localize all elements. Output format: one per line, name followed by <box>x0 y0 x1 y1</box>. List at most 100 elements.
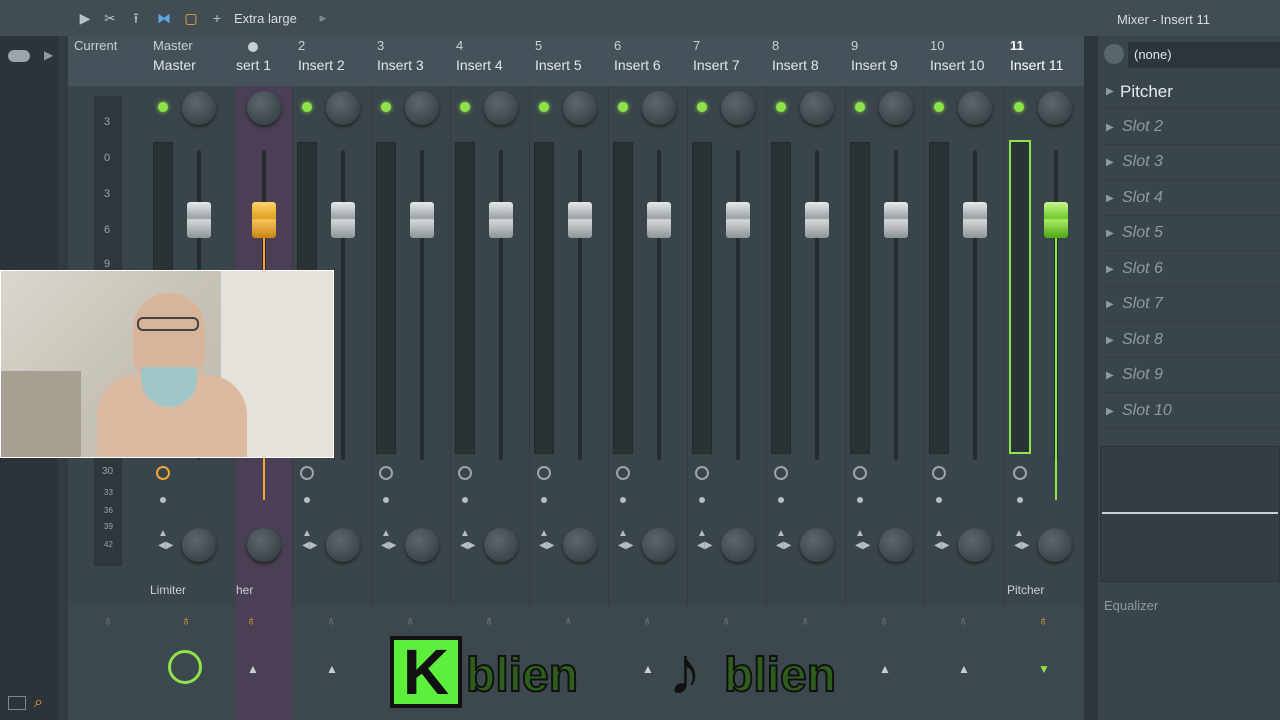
send-dot[interactable] <box>304 497 310 503</box>
clock-icon[interactable] <box>1013 466 1027 480</box>
send-dot[interactable] <box>699 497 705 503</box>
volume-fader[interactable] <box>331 202 355 238</box>
bulb-icon[interactable]: ♁ <box>103 612 115 628</box>
fx-slot-name[interactable]: Slot 4 <box>1122 189 1163 207</box>
volume-fader[interactable] <box>647 202 671 238</box>
bulb-icon[interactable]: ♁ <box>484 612 496 628</box>
pan-knob[interactable] <box>800 91 834 125</box>
track-name-insert-11[interactable]: Insert 11 <box>1010 57 1063 73</box>
track-name-insert-9[interactable]: Insert 9 <box>851 57 898 73</box>
stereo-knob[interactable] <box>405 528 439 562</box>
clock-icon[interactable] <box>537 466 551 480</box>
pan-knob[interactable] <box>721 91 755 125</box>
stereo-knob[interactable] <box>800 528 834 562</box>
stereo-arrows-icon[interactable]: ▲ ◀▶ <box>158 528 173 556</box>
mute-led[interactable] <box>697 102 707 112</box>
route-knob[interactable] <box>168 650 202 684</box>
fx-slot-name[interactable]: Slot 5 <box>1122 224 1163 242</box>
plus-icon[interactable]: + <box>208 10 226 26</box>
clock-icon[interactable] <box>695 466 709 480</box>
mute-led[interactable] <box>539 102 549 112</box>
track-name-insert-7[interactable]: Insert 7 <box>693 57 740 73</box>
bulb-icon[interactable]: ♁ <box>405 612 417 628</box>
send-dot[interactable] <box>857 497 863 503</box>
stereo-arrows-icon[interactable]: ▲ ◀▶ <box>460 528 475 556</box>
track-name-insert-4[interactable]: Insert 4 <box>456 57 503 73</box>
send-dot[interactable] <box>160 497 166 503</box>
bulb-icon[interactable]: ♁ <box>721 612 733 628</box>
route-arrow-icon[interactable]: ▲ <box>958 662 970 676</box>
volume-fader[interactable] <box>963 202 987 238</box>
route-arrow-icon[interactable]: ▲ <box>247 662 259 676</box>
send-dot[interactable] <box>620 497 626 503</box>
mute-led[interactable] <box>1014 102 1024 112</box>
equalizer-graph[interactable] <box>1100 446 1280 582</box>
mute-led[interactable] <box>776 102 786 112</box>
clock-icon[interactable] <box>379 466 393 480</box>
track-name-insert-6[interactable]: Insert 6 <box>614 57 661 73</box>
fx-slot-name[interactable]: Slot 2 <box>1122 118 1163 136</box>
pan-knob[interactable] <box>1038 91 1072 125</box>
bulb-icon[interactable]: ♁ <box>879 612 891 628</box>
fx-slot-name[interactable]: Pitcher <box>1120 82 1173 102</box>
volume-fader[interactable] <box>187 202 211 238</box>
stereo-knob[interactable] <box>247 528 281 562</box>
search-icon[interactable]: ⌕ <box>34 694 50 711</box>
stereo-arrows-icon[interactable]: ▲ ◀▶ <box>381 528 396 556</box>
pan-knob[interactable] <box>563 91 597 125</box>
bulb-icon[interactable]: ♁ <box>1038 612 1050 628</box>
clock-icon[interactable] <box>853 466 867 480</box>
mute-led[interactable] <box>158 102 168 112</box>
volume-fader[interactable] <box>489 202 513 238</box>
volume-fader[interactable] <box>252 202 276 238</box>
route-knob-icon[interactable] <box>1104 44 1124 64</box>
folder-icon[interactable] <box>8 696 26 710</box>
stereo-knob[interactable] <box>326 528 360 562</box>
mute-led[interactable] <box>302 102 312 112</box>
fx-slot-name[interactable]: Slot 7 <box>1122 295 1163 313</box>
bulb-icon[interactable]: ♁ <box>246 612 258 628</box>
clock-icon[interactable] <box>458 466 472 480</box>
cloud-icon[interactable] <box>8 50 30 62</box>
stereo-knob[interactable] <box>958 528 992 562</box>
play-arrow-icon[interactable]: ▶ <box>76 10 94 26</box>
mute-led[interactable] <box>381 102 391 112</box>
stereo-arrows-icon[interactable]: ▲ ◀▶ <box>1014 528 1029 556</box>
stereo-knob[interactable] <box>563 528 597 562</box>
chevron-right-icon[interactable]: ▶ <box>44 48 53 62</box>
stereo-arrows-icon[interactable]: ▲ ◀▶ <box>302 528 317 556</box>
send-dot[interactable] <box>541 497 547 503</box>
mute-led[interactable] <box>855 102 865 112</box>
clock-icon[interactable] <box>932 466 946 480</box>
send-dot[interactable] <box>1017 497 1023 503</box>
clock-icon[interactable] <box>300 466 314 480</box>
pan-knob[interactable] <box>182 91 216 125</box>
track-name-master[interactable]: Master <box>153 57 196 73</box>
volume-fader[interactable] <box>568 202 592 238</box>
clock-icon[interactable] <box>616 466 630 480</box>
bulb-icon[interactable]: ♁ <box>642 612 654 628</box>
volume-fader[interactable] <box>884 202 908 238</box>
pan-knob[interactable] <box>958 91 992 125</box>
pan-knob[interactable] <box>247 91 281 125</box>
stereo-arrows-icon[interactable]: ▲ ◀▶ <box>855 528 870 556</box>
volume-fader[interactable] <box>1044 202 1068 238</box>
pan-knob[interactable] <box>326 91 360 125</box>
stereo-arrows-icon[interactable]: ▲ ◀▶ <box>618 528 633 556</box>
stereo-knob[interactable] <box>721 528 755 562</box>
track-name-insert-3[interactable]: Insert 3 <box>377 57 424 73</box>
stereo-knob[interactable] <box>642 528 676 562</box>
fx-slot-name[interactable]: Slot 6 <box>1122 260 1163 278</box>
volume-fader[interactable] <box>726 202 750 238</box>
stereo-arrows-icon[interactable]: ▲ ◀▶ <box>776 528 791 556</box>
route-arrow-icon[interactable]: ▲ <box>879 662 891 676</box>
track-name-insert-1[interactable]: sert 1 <box>236 57 271 73</box>
volume-fader[interactable] <box>410 202 434 238</box>
bulb-icon[interactable]: ♁ <box>958 612 970 628</box>
disconnect-icon[interactable]: ✂ <box>101 10 119 26</box>
chevron-right-icon[interactable]: ▶ <box>314 10 332 26</box>
stereo-arrows-icon[interactable]: ▲ ◀▶ <box>697 528 712 556</box>
mute-led[interactable] <box>618 102 628 112</box>
send-dot[interactable] <box>778 497 784 503</box>
route-arrow-icon[interactable]: ▼ <box>1038 662 1050 676</box>
